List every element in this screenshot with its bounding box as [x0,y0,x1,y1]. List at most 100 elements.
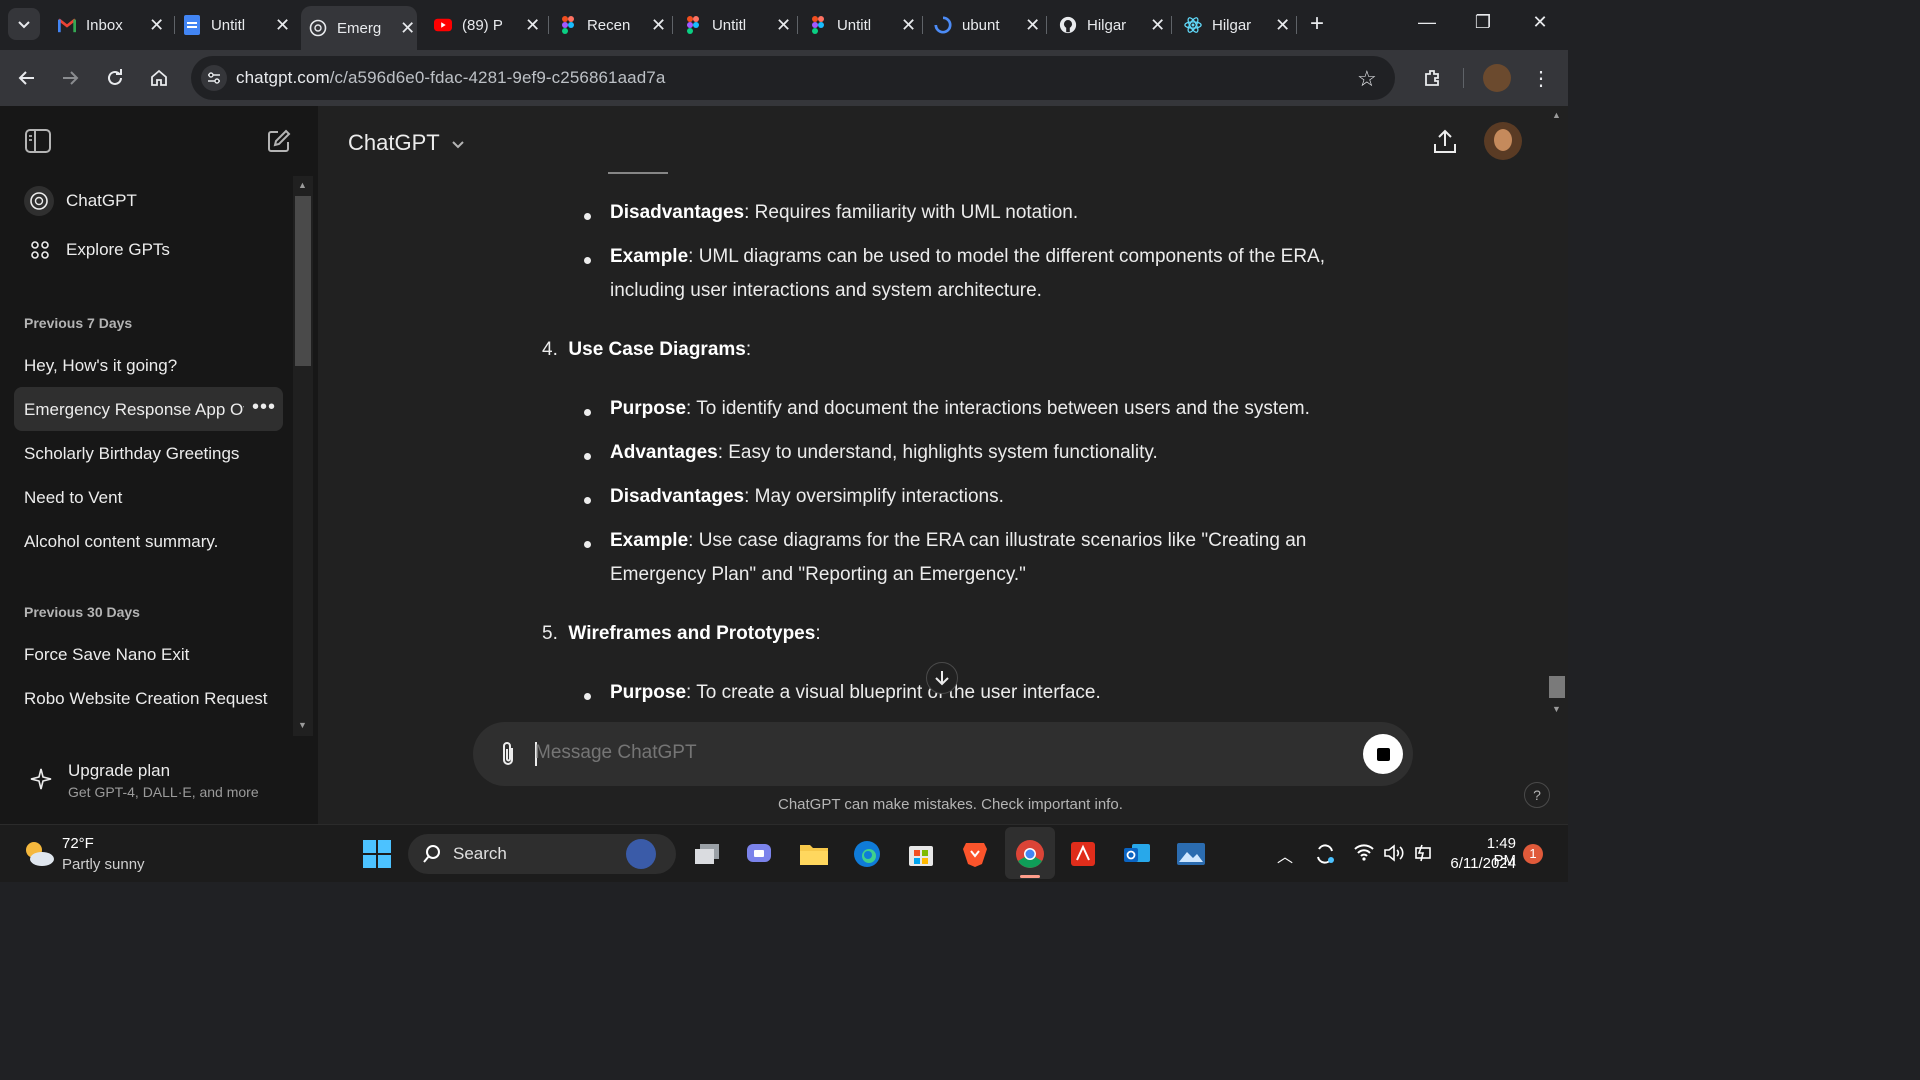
sparkle-icon [28,766,54,797]
chat-history-item[interactable]: Alcohol content summary. [24,532,218,552]
back-icon[interactable] [13,64,41,92]
tab-close-icon[interactable]: ✕ [147,15,166,36]
sidebar-scrollbar-thumb[interactable] [295,196,311,366]
sidebar-scrollbar[interactable]: ▲ ▼ [293,176,313,736]
scroll-to-bottom-button[interactable] [926,662,958,694]
chat-history-item[interactable]: Need to Vent [24,488,122,508]
sidebar-item-chatgpt[interactable]: ChatGPT [66,191,137,211]
microsoft-store-icon[interactable] [904,837,938,871]
sync-icon[interactable] [1314,843,1336,870]
list-item: Example: Use case diagrams for the ERA c… [610,530,1307,551]
sidebar-item-explore-gpts[interactable]: Explore GPTs [66,240,170,260]
weather-partly-sunny-icon[interactable] [22,839,56,874]
gmail-icon [58,16,76,34]
bookmark-star-icon[interactable]: ☆ [1357,66,1377,92]
teams-chat-icon[interactable] [742,837,776,871]
notification-badge[interactable]: 1 [1523,844,1543,864]
tab-github[interactable]: Hilgar ✕ [1051,8,1167,42]
tab-close-icon[interactable]: ✕ [899,15,918,36]
main-scrollbar[interactable]: ▲ ▼ [1546,106,1568,718]
chat-history-item[interactable]: Scholarly Birthday Greetings [24,444,239,464]
chrome-browser-icon[interactable] [1013,837,1047,871]
tab-close-icon[interactable]: ✕ [1148,15,1167,36]
tab-close-icon[interactable]: ✕ [523,15,542,36]
site-info-icon[interactable] [201,65,227,91]
list-item: Disadvantages: May oversimplify interact… [610,486,1004,507]
weather-desc[interactable]: Partly sunny [62,856,145,873]
home-icon[interactable] [145,64,173,92]
message-input[interactable] [535,742,1315,764]
task-view-icon[interactable] [690,837,724,871]
battery-charging-icon[interactable] [1413,843,1435,868]
scroll-down-arrow-icon[interactable]: ▼ [298,720,307,730]
sidebar: ChatGPT Explore GPTs Previous 7 Days Hey… [0,106,318,824]
conversation-scroll-area: Disadvantages: Requires familiarity with… [318,168,1546,710]
tab-react[interactable]: Hilgar ✕ [1176,8,1292,42]
volume-icon[interactable] [1383,843,1405,868]
main-scrollbar-thumb[interactable] [1549,676,1565,698]
reload-icon[interactable] [101,64,129,92]
address-bar[interactable]: chatgpt.com/c/a596d6e0-fdac-4281-9ef9-c2… [191,56,1395,100]
scroll-up-arrow-icon[interactable]: ▲ [1552,110,1561,120]
windows-start-icon[interactable] [360,837,394,871]
list-item: Purpose: To create a visual blueprint of… [610,682,1101,703]
taskbar-search-box[interactable]: Search [408,834,676,874]
tab-title: Emerg [337,19,382,37]
tab-close-icon[interactable]: ✕ [398,18,417,39]
tab-search-button[interactable] [8,8,40,40]
chat-options-icon[interactable]: ••• [252,396,276,419]
chat-history-item[interactable]: Hey, How's it going? [24,356,177,376]
tab-close-icon[interactable]: ✕ [1023,15,1042,36]
window-close-icon[interactable]: ✕ [1525,12,1555,33]
new-chat-icon[interactable] [266,128,292,159]
chat-history-item[interactable]: Emergency Response App Ov [24,400,244,420]
list-item-continuation: Emergency Plan" and "Reporting an Emerge… [610,564,1026,585]
profile-avatar[interactable] [1483,64,1511,92]
edge-browser-icon[interactable] [850,837,884,871]
upgrade-plan-title[interactable]: Upgrade plan [68,761,170,781]
tab-docs[interactable]: Untitl ✕ [176,8,292,42]
file-explorer-icon[interactable] [797,837,831,871]
wifi-icon[interactable] [1353,843,1375,866]
tab-chatgpt-active[interactable]: Emerg ✕ [301,6,417,50]
share-icon[interactable] [1432,128,1458,161]
tab-title: Inbox [86,16,123,34]
toggle-sidebar-icon[interactable] [24,128,52,159]
outlook-icon[interactable] [1120,837,1154,871]
user-avatar[interactable] [1484,122,1522,160]
scroll-down-arrow-icon[interactable]: ▼ [1552,704,1561,714]
tab-figma-untitled-1[interactable]: Untitl ✕ [677,8,793,42]
tab-gmail[interactable]: Inbox ✕ [50,8,166,42]
scroll-up-arrow-icon[interactable]: ▲ [298,180,307,190]
model-selector[interactable]: ChatGPT [348,130,465,156]
tab-close-icon[interactable]: ✕ [649,15,668,36]
show-hidden-icons-chevron-up-icon[interactable]: ︿ [1277,843,1293,867]
search-highlight-icon [626,839,656,869]
tab-close-icon[interactable]: ✕ [1273,15,1292,36]
stop-generating-button[interactable] [1363,734,1403,774]
browser-menu-icon[interactable]: ⋮ [1527,64,1555,92]
brave-browser-icon[interactable] [958,837,992,871]
tab-figma-untitled-2[interactable]: Untitl ✕ [802,8,918,42]
help-icon[interactable]: ? [1524,782,1550,808]
chat-history-item[interactable]: Robo Website Creation Request [24,689,268,709]
chat-history-item[interactable]: Force Save Nano Exit [24,645,189,665]
tab-close-icon[interactable]: ✕ [273,15,292,36]
tab-close-icon[interactable]: ✕ [774,15,793,36]
tab-figma-recent[interactable]: Recen ✕ [552,8,668,42]
forward-icon[interactable] [56,64,84,92]
tab-ubuntu[interactable]: ubunt ✕ [926,8,1042,42]
tab-youtube[interactable]: (89) P ✕ [426,8,542,42]
photos-app-icon[interactable] [1174,837,1208,871]
upgrade-plan-subtitle: Get GPT-4, DALL·E, and more [68,784,259,800]
minimize-icon[interactable]: — [1412,12,1442,33]
weather-temp[interactable]: 72°F [62,835,94,852]
attach-paperclip-icon[interactable] [497,740,519,773]
list-item: Purpose: To identify and document the in… [610,398,1310,419]
acrobat-icon[interactable] [1066,837,1100,871]
windows-taskbar: 72°F Partly sunny Search ︿ 1:49 PM 6/11/… [0,824,1568,882]
extensions-icon[interactable] [1418,64,1446,92]
new-tab-plus-icon[interactable]: + [1302,10,1332,38]
clock-date[interactable]: 6/11/2024 [1450,855,1516,872]
restore-icon[interactable]: ❐ [1468,12,1498,33]
